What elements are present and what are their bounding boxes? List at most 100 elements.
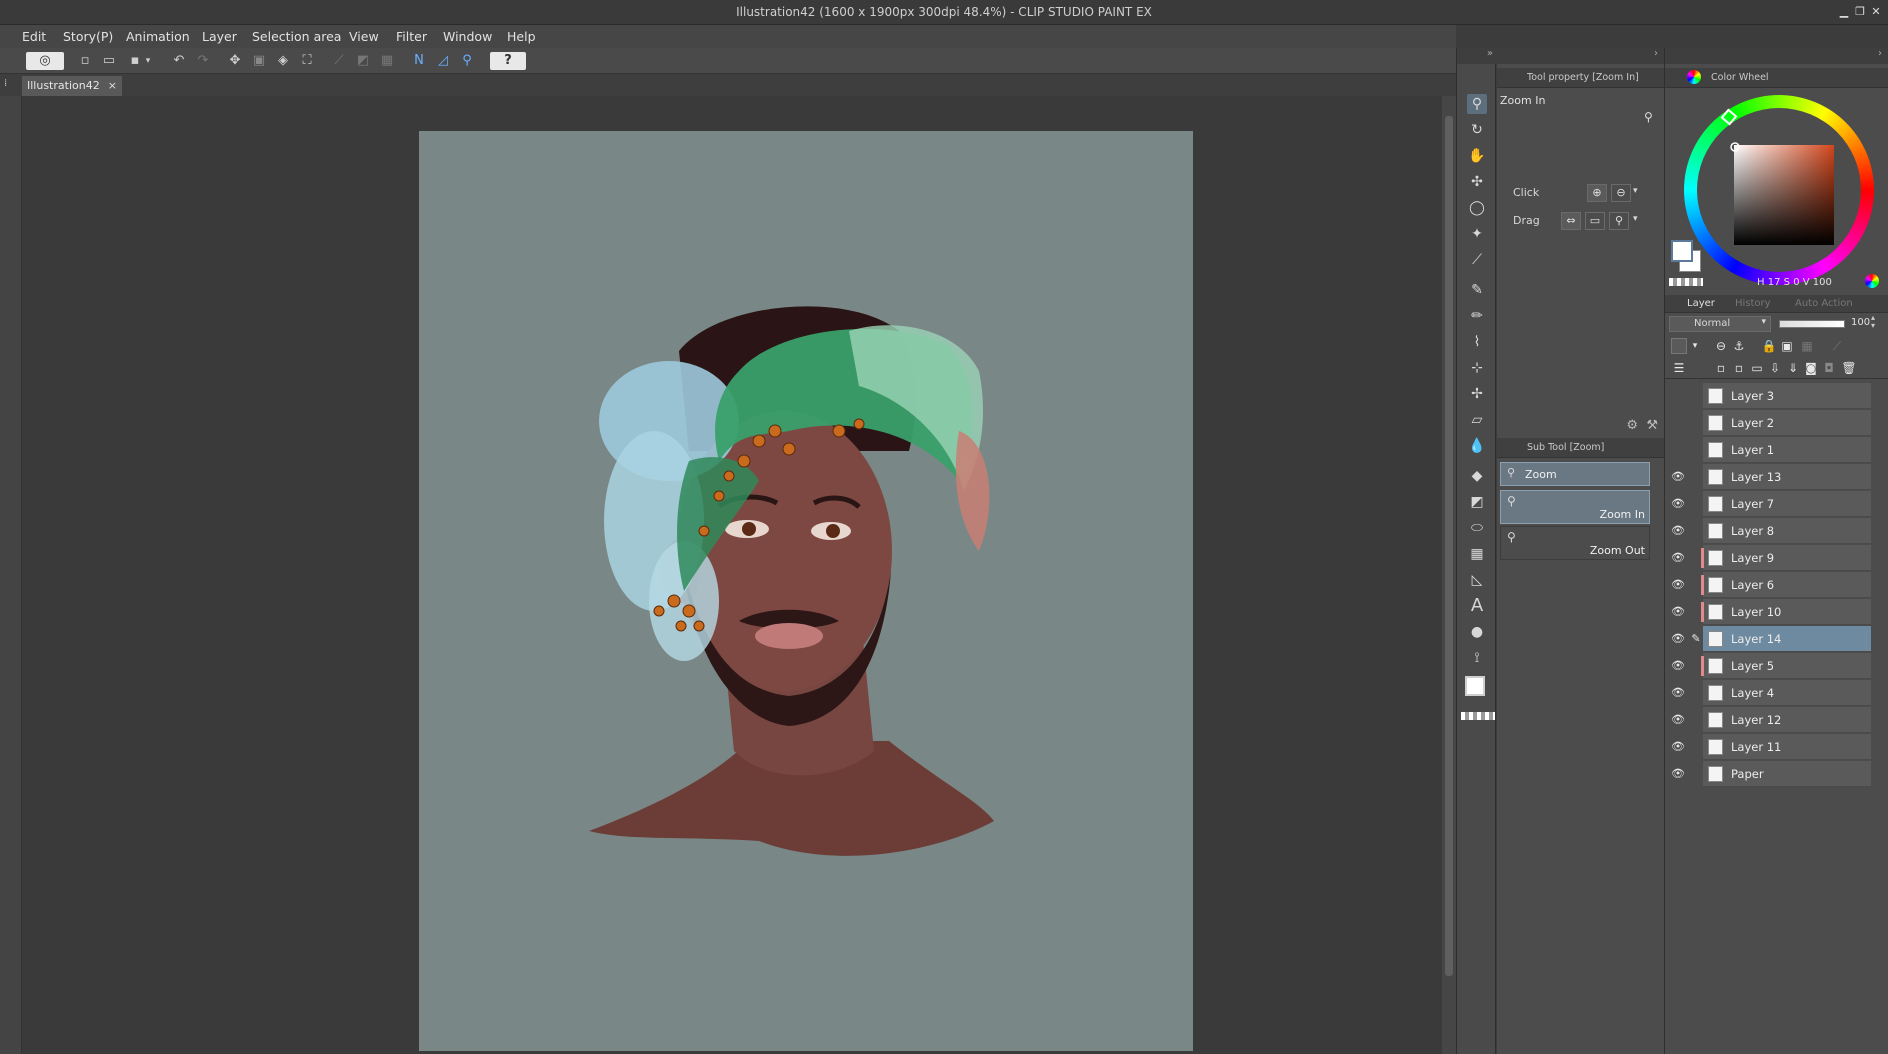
gear-icon[interactable]: ⚙ [1626, 418, 1638, 433]
dock-collapse-icon[interactable]: › [1665, 48, 1888, 64]
rotate-tool-icon[interactable]: ↻ [1467, 120, 1487, 140]
layer-row[interactable]: Layer 2 [1703, 410, 1871, 436]
layer-row[interactable]: Layer 13 [1703, 464, 1871, 490]
scrollbar-thumb[interactable] [1445, 116, 1453, 976]
text-icon[interactable]: A [1467, 596, 1487, 616]
layer-color-dropdown-icon[interactable]: ▾ [1687, 338, 1703, 354]
eye-icon[interactable]: 👁 [1671, 605, 1685, 619]
ruler-icon[interactable]: ◺ [1467, 570, 1487, 590]
click-zoom-out-button[interactable]: ⊖ [1611, 184, 1631, 202]
deselect-icon[interactable]: ⟋ [330, 52, 348, 70]
decoration-icon[interactable]: ✢ [1467, 384, 1487, 404]
drag-scrub-button[interactable]: ⇔ [1561, 212, 1581, 230]
save-dropdown-icon[interactable]: ▾ [142, 52, 154, 70]
menu-filter[interactable]: Filter [396, 29, 427, 44]
correct-line-icon[interactable]: ⟟ [1467, 648, 1487, 668]
canvas-paper[interactable] [419, 131, 1193, 1051]
color-mode-icon[interactable] [1865, 274, 1879, 288]
help-icon[interactable]: ? [490, 52, 526, 70]
lock-transparency-icon[interactable]: ▣ [1779, 338, 1795, 354]
layer-row[interactable]: Layer 8 [1703, 518, 1871, 544]
transfer-down-icon[interactable]: ⇩ [1767, 360, 1783, 376]
eye-icon[interactable]: 👁 [1671, 713, 1685, 727]
canvas-vertical-scrollbar[interactable] [1442, 96, 1456, 1054]
color-wheel-tab-icon[interactable] [1687, 70, 1701, 84]
balloon-icon[interactable]: ● [1467, 622, 1487, 642]
eye-icon[interactable]: 👁 [1671, 767, 1685, 781]
layer-row[interactable]: Layer 5 [1701, 653, 1871, 679]
airbrush-icon[interactable]: ⊹ [1467, 358, 1487, 378]
show-selection-icon[interactable]: ▦ [378, 52, 396, 70]
minimize-icon[interactable]: ▁ [1836, 4, 1852, 20]
close-icon[interactable]: ✕ [1868, 4, 1884, 20]
opacity-stepper-icon[interactable]: ▴ ▾ [1871, 314, 1875, 330]
figure-icon[interactable]: ⬭ [1467, 518, 1487, 538]
wrench-icon[interactable]: ⚒ [1646, 418, 1658, 433]
layer-row[interactable]: Layer 1 [1703, 437, 1871, 463]
eye-icon[interactable]: 👁 [1671, 740, 1685, 754]
click-zoom-in-button[interactable]: ⊕ [1587, 184, 1607, 202]
layer-row[interactable]: Paper [1703, 761, 1871, 787]
eye-icon[interactable]: 👁 [1671, 659, 1685, 673]
pen-icon[interactable]: ✎ [1467, 280, 1487, 300]
transform-icon[interactable]: ⛶ [298, 52, 316, 70]
zoom-tool-icon[interactable]: ⚲ [1467, 94, 1487, 114]
menu-animation[interactable]: Animation [126, 29, 190, 44]
ruler-show-icon[interactable]: ⟋ [1829, 338, 1845, 354]
move-layer-icon[interactable]: ✣ [1467, 172, 1487, 192]
hand-tool-icon[interactable]: ✋ [1467, 146, 1487, 166]
snap-grid-icon[interactable]: ⚲ [458, 52, 476, 70]
mask-enable-icon[interactable]: ▦ [1799, 338, 1815, 354]
clear-icon[interactable]: ✥ [226, 52, 244, 70]
merge-down-icon[interactable]: ⇓ [1785, 360, 1801, 376]
maximize-icon[interactable]: ❐ [1852, 4, 1868, 20]
apply-mask-icon[interactable]: ◘ [1821, 360, 1837, 376]
opacity-slider[interactable] [1779, 320, 1845, 328]
eye-icon[interactable]: 👁 [1671, 524, 1685, 538]
eye-icon[interactable]: 👁 [1671, 632, 1685, 646]
click-dropdown-icon[interactable]: ▾ [1633, 186, 1638, 196]
blend-mode-select[interactable]: Normal ▾ [1669, 316, 1771, 332]
lock-icon[interactable]: 🔒 [1761, 338, 1777, 354]
sub-tool-group-zoom[interactable]: ⚲ Zoom [1500, 462, 1650, 486]
panel-toggle-icon[interactable]: ⁞ [4, 78, 7, 89]
clip-studio-icon[interactable]: ◎ [26, 52, 64, 70]
color-wheel[interactable] [1679, 90, 1879, 290]
open-folder-icon[interactable]: ▭ [100, 52, 118, 70]
transparent-swatch-icon[interactable] [1669, 278, 1703, 286]
layer-row[interactable]: Layer 11 [1703, 734, 1871, 760]
layer-mask-icon[interactable]: ◙ [1803, 360, 1819, 376]
menu-layer[interactable]: Layer [202, 29, 237, 44]
layer-color-icon[interactable] [1671, 338, 1687, 354]
clip-below-icon[interactable]: ⊖ [1713, 338, 1729, 354]
layer-row[interactable]: Layer 9 [1701, 545, 1871, 571]
menu-selection-area[interactable]: Selection area [252, 29, 341, 44]
menu-edit[interactable]: Edit [22, 29, 46, 44]
invert-selection-icon[interactable]: ◩ [354, 52, 372, 70]
menu-help[interactable]: Help [507, 29, 536, 44]
layer-row[interactable]: Layer 7 [1703, 491, 1871, 517]
eye-icon[interactable]: 👁 [1671, 551, 1685, 565]
pencil-icon[interactable]: ✏ [1467, 306, 1487, 326]
main-color-swatch[interactable] [1465, 676, 1485, 696]
new-file-icon[interactable]: ▫ [76, 52, 94, 70]
eye-icon[interactable]: 👁 [1671, 578, 1685, 592]
undo-icon[interactable]: ↶ [170, 52, 188, 70]
sub-tool-zoom-in[interactable]: ⚲ Zoom In [1500, 490, 1650, 524]
collapse-arrows-icon[interactable]: » [1457, 48, 1497, 64]
fill-tool-icon[interactable]: ◆ [1467, 466, 1487, 486]
eyedropper-icon[interactable]: ⟋ [1467, 250, 1487, 270]
lasso-icon[interactable]: ◯ [1467, 198, 1487, 218]
brush-icon[interactable]: ⌇ [1467, 332, 1487, 352]
tool-settings-zoom-icon[interactable]: ⚲ [1644, 110, 1660, 126]
layer-row[interactable]: Layer 14 [1703, 626, 1871, 652]
layer-row[interactable]: Layer 4 [1703, 680, 1871, 706]
new-raster-layer-icon[interactable]: ▫ [1713, 360, 1729, 376]
delete-layer-icon[interactable]: 🗑 [1841, 360, 1857, 376]
snap-ruler-icon[interactable]: Ν [410, 52, 428, 70]
eye-icon[interactable]: 👁 [1671, 686, 1685, 700]
layer-row[interactable]: Layer 10 [1701, 599, 1871, 625]
gradient-icon[interactable]: ◩ [1467, 492, 1487, 512]
magic-wand-icon[interactable]: ✦ [1467, 224, 1487, 244]
frame-icon[interactable]: ▦ [1467, 544, 1487, 564]
